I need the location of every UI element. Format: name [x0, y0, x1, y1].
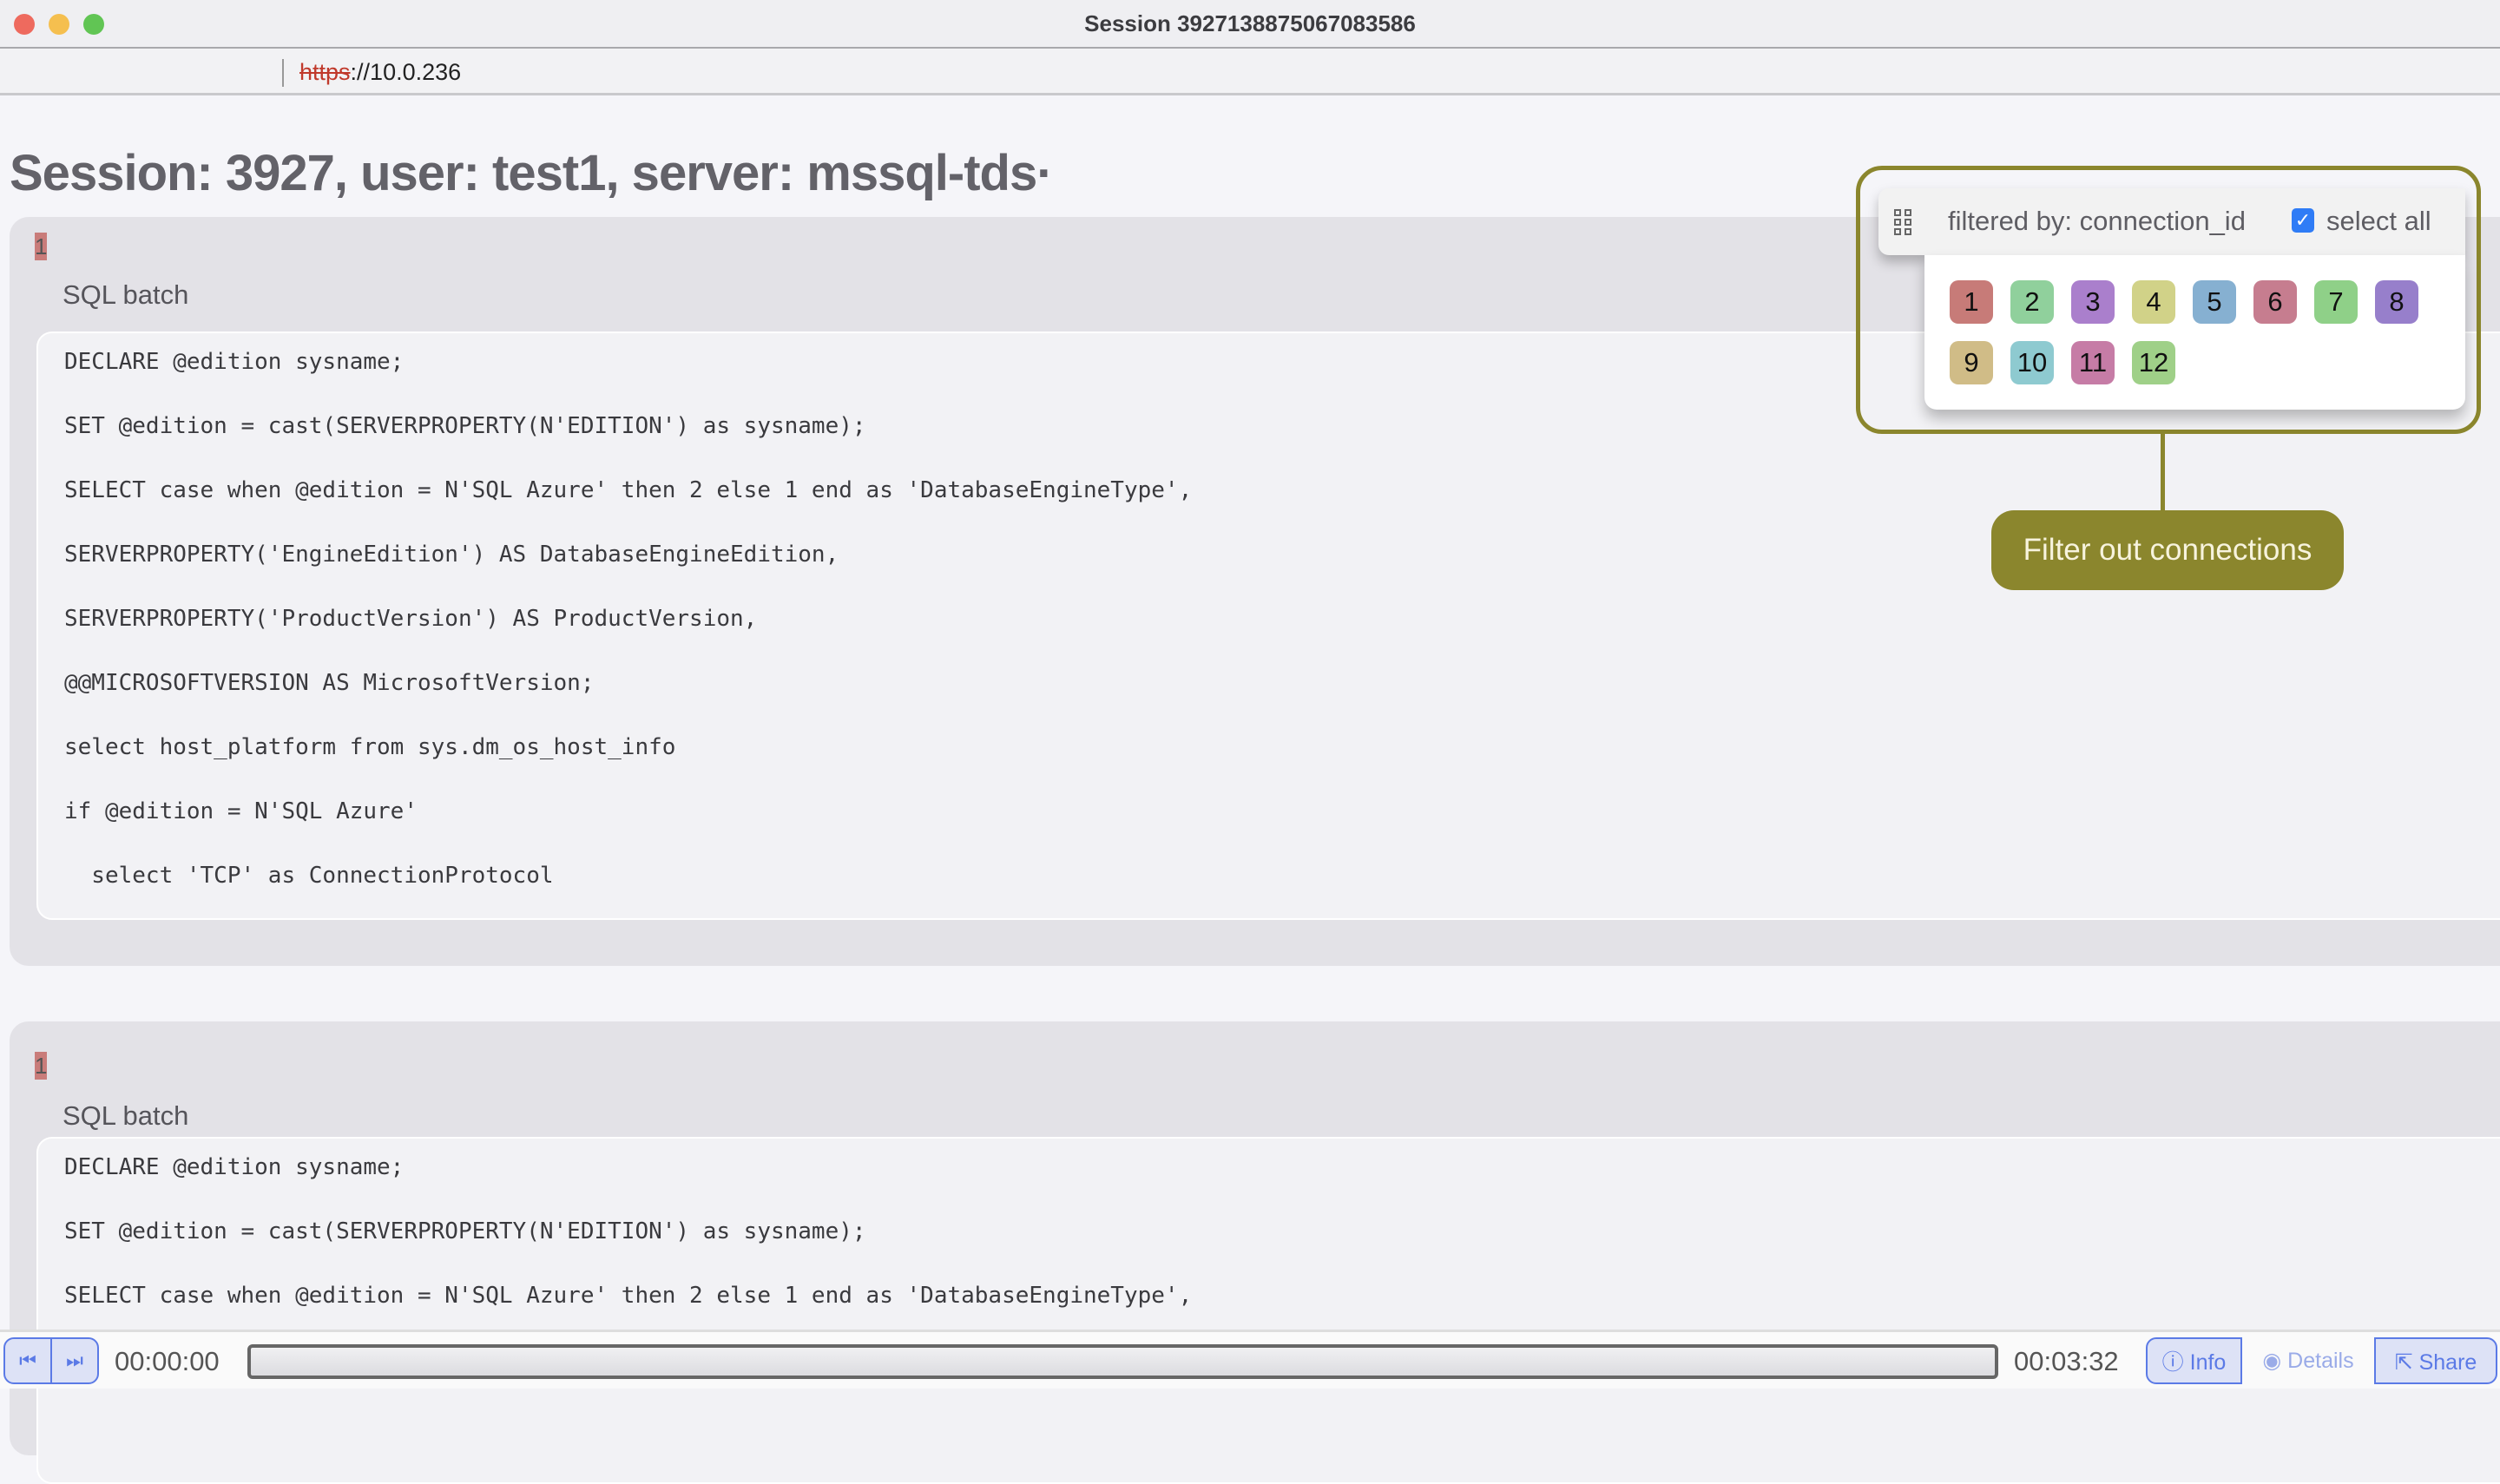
event-title: SQL batch: [62, 1100, 189, 1131]
code-line: SERVERPROPERTY('ProductVersion') AS Prod…: [64, 606, 758, 632]
connection-chip[interactable]: 7: [2314, 280, 2358, 324]
eye-icon: ◉: [2262, 1349, 2288, 1373]
select-all-checkbox[interactable]: ✓: [2292, 208, 2314, 233]
connection-badge: 1: [35, 1052, 47, 1080]
connection-filter-panel: 1 2 3 4 5 6 7 8 9 10 11 12: [1924, 255, 2465, 410]
connection-chip[interactable]: 11: [2071, 341, 2115, 384]
step-forward-icon[interactable]: ⏭: [50, 1339, 97, 1382]
connection-chip[interactable]: 10: [2010, 341, 2054, 384]
url-field[interactable]: https://10.0.236: [299, 59, 477, 86]
annotation-label: Filter out connections: [1991, 510, 2344, 590]
window-title: Session 3927138875067083586: [1084, 10, 1416, 36]
connection-chip[interactable]: 4: [2132, 280, 2175, 324]
connection-chip[interactable]: 3: [2071, 280, 2115, 324]
page-title: Session: 3927, user: test1, server: mssq…: [10, 145, 1054, 201]
address-bar[interactable]: https://10.0.236: [0, 49, 2500, 95]
timeline-slider[interactable]: [247, 1344, 1998, 1379]
info-icon: ⓘ: [2161, 1350, 2190, 1375]
event-block: 1 SQL batch DECLARE @edition sysname; SET…: [10, 1021, 2500, 1484]
connection-badge: 1: [35, 233, 47, 260]
current-time: 00:00:00: [115, 1346, 220, 1376]
filter-label: filtered by: connection_id: [1948, 206, 2246, 236]
share-button[interactable]: ⇱ Share: [2374, 1337, 2497, 1384]
sql-code: DECLARE @edition sysname; SET @edition = …: [36, 1137, 2500, 1484]
connection-chip[interactable]: 1: [1950, 280, 1993, 324]
connection-chip[interactable]: 2: [2010, 280, 2054, 324]
share-icon: ⇱: [2394, 1350, 2419, 1375]
code-line: DECLARE @edition sysname;: [64, 1154, 405, 1180]
code-line: select 'TCP' as ConnectionProtocol: [64, 863, 554, 889]
connection-chip[interactable]: 8: [2375, 280, 2418, 324]
event-title: SQL batch: [62, 279, 189, 310]
url-rest: ://10.0.236: [350, 59, 462, 85]
details-button[interactable]: ◉ Details: [2244, 1337, 2372, 1384]
divider: [282, 59, 284, 87]
drag-grid-icon[interactable]: [1894, 209, 1911, 235]
insecure-scheme: https: [299, 59, 351, 85]
code-line: select host_platform from sys.dm_os_host…: [64, 734, 676, 760]
code-line: @@MICROSOFTVERSION AS MicrosoftVersion;: [64, 670, 595, 696]
connection-chip[interactable]: 6: [2253, 280, 2297, 324]
player-bar: ⏮ ⏭ 00:00:00 00:03:32 ⓘ Info ◉ Details ⇱…: [0, 1330, 2500, 1389]
code-line: if @edition = N'SQL Azure': [64, 798, 418, 824]
connection-chip[interactable]: 5: [2193, 280, 2236, 324]
connection-chip[interactable]: 9: [1950, 341, 1993, 384]
code-line: SET @edition = cast(SERVERPROPERTY(N'EDI…: [64, 1218, 866, 1244]
info-button[interactable]: ⓘ Info: [2146, 1337, 2242, 1384]
connection-chip[interactable]: 12: [2132, 341, 2175, 384]
annotation-connector: [2161, 434, 2165, 510]
window-titlebar: Session 3927138875067083586: [0, 0, 2500, 49]
filter-header: filtered by: connection_id ✓ select all: [1878, 188, 2465, 255]
select-all-label[interactable]: select all: [2326, 206, 2431, 237]
step-controls: ⏮ ⏭: [3, 1337, 99, 1384]
step-back-icon[interactable]: ⏮: [5, 1339, 50, 1382]
total-time: 00:03:32: [2014, 1346, 2119, 1376]
